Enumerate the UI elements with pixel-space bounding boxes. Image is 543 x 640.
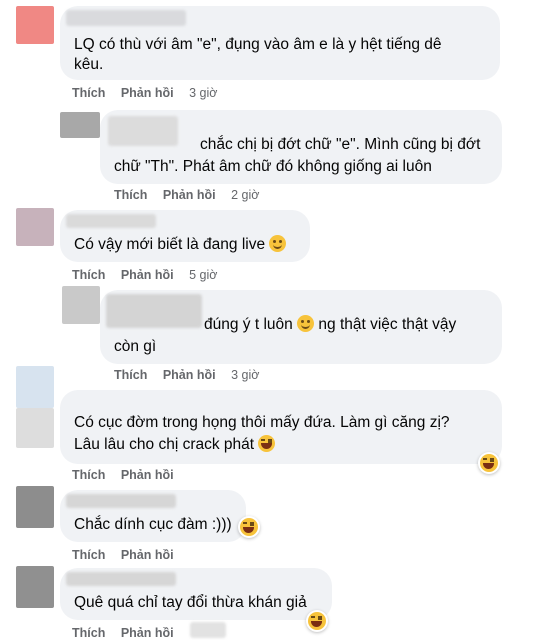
comment-text: Chắc dính cục đàm :)))	[74, 516, 232, 533]
comment-actions: Thích Phản hồi	[72, 626, 186, 640]
reply-button[interactable]: Phản hồi	[121, 468, 174, 482]
avatar[interactable]	[16, 208, 54, 246]
like-button[interactable]: Thích	[72, 548, 105, 562]
comment-actions: Thích Phản hồi 3 giờ	[114, 368, 271, 382]
avatar[interactable]	[16, 486, 54, 528]
reply-button[interactable]: Phản hồi	[121, 548, 174, 562]
commenter-name[interactable]	[66, 494, 176, 508]
comment-actions: Thích Phản hồi	[72, 468, 186, 482]
avatar[interactable]	[16, 566, 54, 608]
avatar[interactable]	[16, 6, 54, 44]
sweat-smile-icon	[269, 235, 287, 252]
reply-button[interactable]: Phản hồi	[121, 626, 174, 640]
reply-button[interactable]: Phản hồi	[163, 188, 216, 202]
comment-text: LQ có thù với âm "e", đụng vào âm e là y…	[74, 36, 442, 53]
blurred-area	[190, 622, 226, 638]
comment-text: Quê quá chỉ tay đổi thừa khán giả	[74, 594, 307, 611]
like-button[interactable]: Thích	[72, 268, 105, 282]
haha-reaction-icon[interactable]	[478, 452, 500, 474]
comment-text: chắc chị bị đớt chữ "e". Mình cũng bị đớ…	[200, 136, 481, 153]
timestamp[interactable]: 3 giờ	[231, 368, 259, 382]
sweat-smile-icon	[297, 315, 315, 332]
reply-button[interactable]: Phản hồi	[121, 86, 174, 100]
comment-text: đúng ý t luôn ng thật việc thật vậy	[204, 315, 457, 333]
comment-text: Có vậy mới biết là đang live	[74, 234, 287, 256]
comment-text: Lâu lâu cho chị crack phát	[74, 434, 276, 456]
comment-actions: Thích Phản hồi 2 giờ	[114, 188, 271, 202]
timestamp[interactable]: 2 giờ	[231, 188, 259, 202]
comment-text: kêu.	[74, 56, 104, 73]
avatar[interactable]	[16, 366, 54, 408]
commenter-name[interactable]	[108, 116, 178, 146]
haha-reaction-icon[interactable]	[306, 610, 328, 632]
commenter-name[interactable]	[106, 294, 202, 328]
like-button[interactable]: Thích	[114, 188, 147, 202]
comment-actions: Thích Phản hồi 3 giờ	[72, 86, 229, 100]
like-button[interactable]: Thích	[114, 368, 147, 382]
like-button[interactable]: Thích	[72, 86, 105, 100]
timestamp[interactable]: 3 giờ	[189, 86, 217, 100]
reply-button[interactable]: Phản hồi	[121, 268, 174, 282]
avatar-background	[16, 408, 54, 448]
commenter-name[interactable]	[66, 572, 176, 586]
timestamp[interactable]: 5 giờ	[189, 268, 217, 282]
reply-button[interactable]: Phản hồi	[163, 368, 216, 382]
rofl-icon	[258, 435, 276, 452]
comment-actions: Thích Phản hồi 5 giờ	[72, 268, 229, 282]
commenter-name[interactable]	[66, 10, 186, 26]
commenter-name[interactable]	[66, 214, 156, 228]
comment-text: còn gì	[114, 338, 157, 355]
comment-text: chữ "Th". Phát âm chữ đó không giống ai …	[114, 158, 432, 175]
avatar[interactable]	[60, 112, 100, 138]
like-button[interactable]: Thích	[72, 626, 105, 640]
avatar[interactable]	[62, 286, 100, 324]
like-button[interactable]: Thích	[72, 468, 105, 482]
haha-reaction-icon[interactable]	[238, 516, 260, 538]
comment-text: Có cục đờm trong họng thôi mấy đứa. Làm …	[74, 414, 450, 431]
comment-actions: Thích Phản hồi	[72, 548, 186, 562]
